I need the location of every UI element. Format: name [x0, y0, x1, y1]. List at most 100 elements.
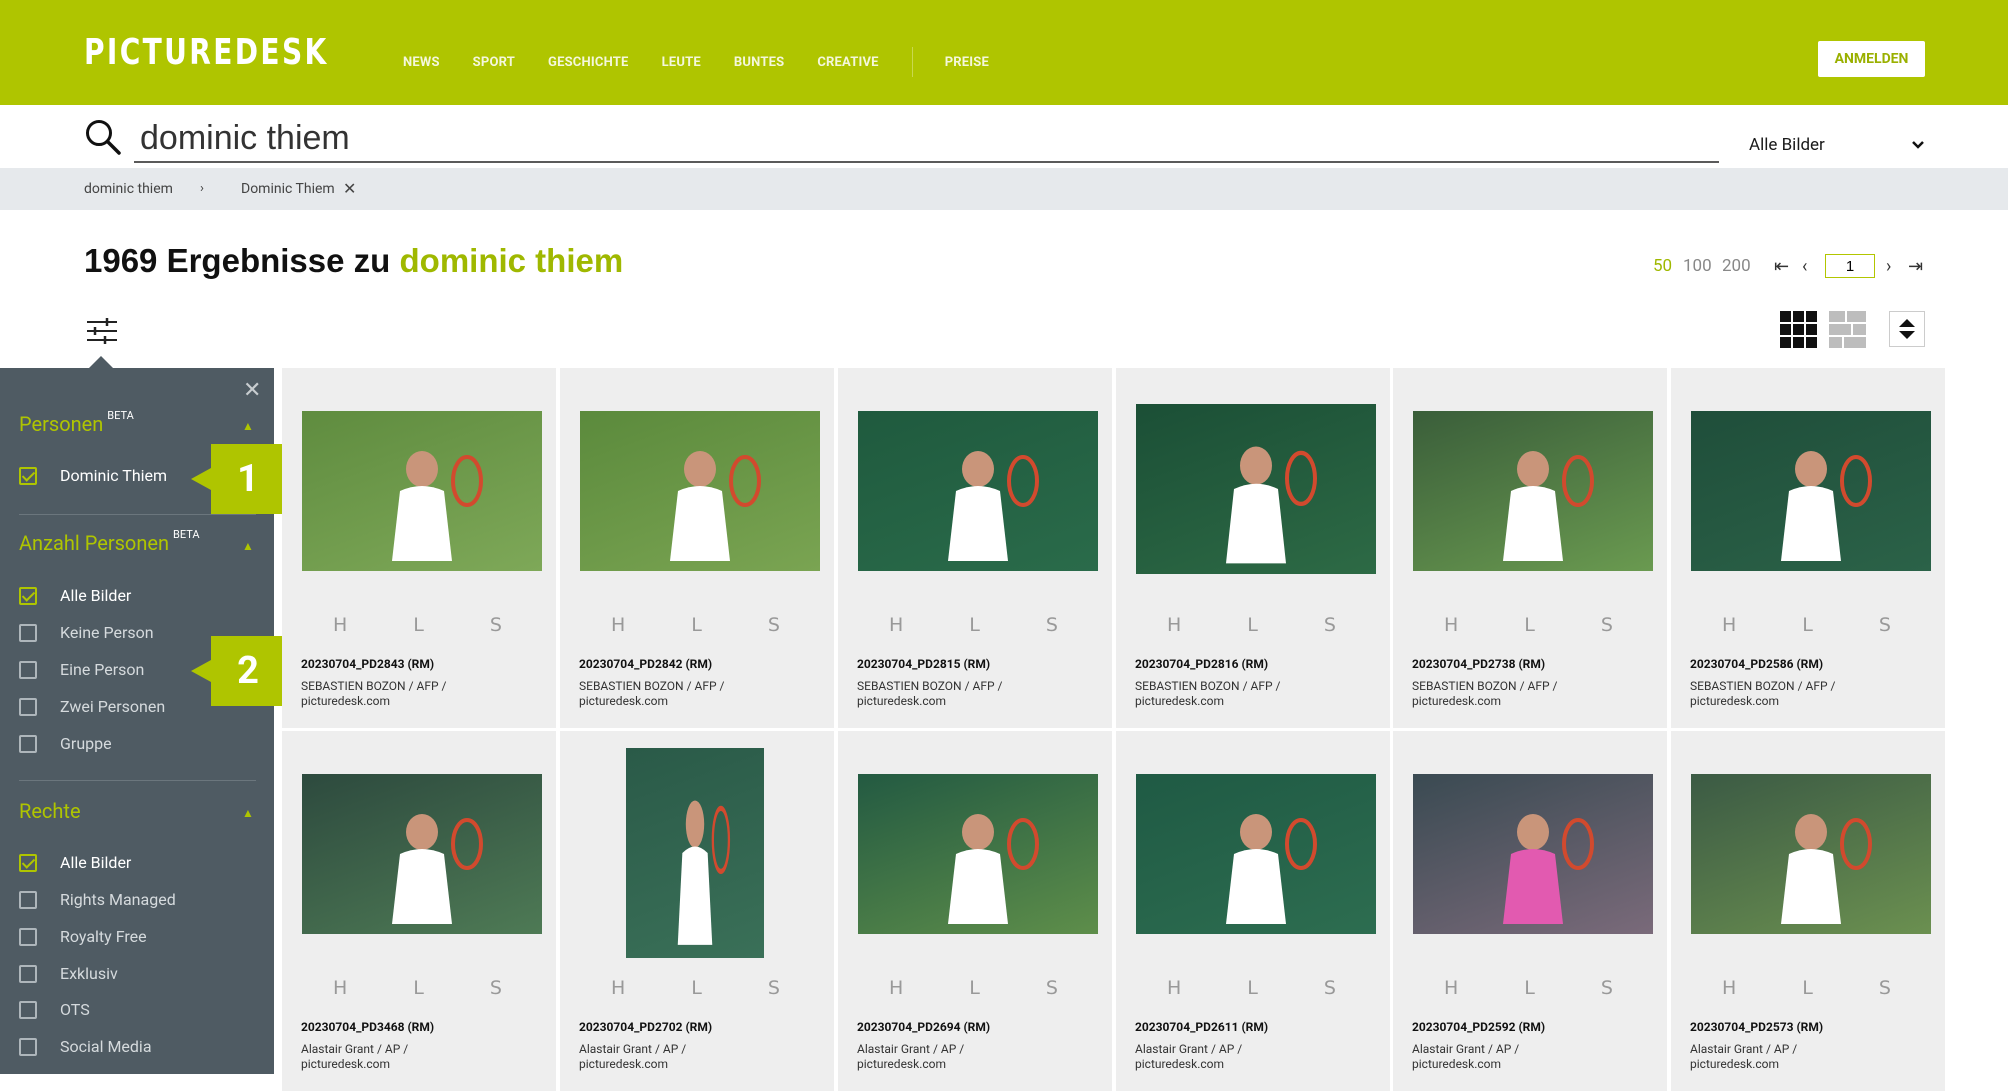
size-options[interactable]: H L S: [333, 977, 532, 999]
size-options[interactable]: H L S: [1722, 977, 1921, 999]
size-options[interactable]: H L S: [1167, 614, 1366, 636]
page-input[interactable]: [1825, 254, 1875, 278]
image-thumbnail[interactable]: [1136, 404, 1376, 574]
filter-option[interactable]: Zwei Personen: [19, 697, 165, 716]
image-card[interactable]: H L S 20230704_PD2815 (RM) SEBASTIEN BOZON…: [838, 368, 1112, 728]
checkbox[interactable]: [19, 734, 37, 753]
last-page-icon[interactable]: ⇥: [1908, 256, 1923, 277]
scope-select[interactable]: Alle Bilder: [1749, 132, 1925, 158]
size-options[interactable]: H L S: [1444, 977, 1643, 999]
close-icon[interactable]: ✕: [343, 179, 356, 198]
per-page-200[interactable]: 200: [1722, 256, 1751, 276]
checkbox[interactable]: [19, 1037, 37, 1056]
checkbox[interactable]: [19, 927, 37, 946]
image-thumbnail[interactable]: [1691, 774, 1931, 934]
nav-creative[interactable]: CREATIVE: [817, 55, 878, 70]
filter-section-rechte[interactable]: Rechte: [19, 799, 81, 823]
image-id[interactable]: 20230704_PD2694 (RM): [857, 1020, 990, 1034]
nav-geschichte[interactable]: GESCHICHTE: [548, 55, 629, 70]
checkbox[interactable]: [19, 1000, 37, 1019]
image-card[interactable]: H L S 20230704_PD2843 (RM) SEBASTIEN BOZON…: [282, 368, 556, 728]
image-thumbnail[interactable]: [1413, 411, 1653, 571]
filter-option[interactable]: Gruppe: [19, 734, 112, 753]
image-id[interactable]: 20230704_PD2592 (RM): [1412, 1020, 1545, 1034]
checkbox[interactable]: [19, 697, 37, 716]
size-options[interactable]: H L S: [611, 977, 810, 999]
filter-section-personen[interactable]: Personen BETA: [19, 409, 134, 436]
filter-sliders-icon[interactable]: [86, 318, 118, 344]
size-options[interactable]: H L S: [1444, 614, 1643, 636]
mosaic-view-icon[interactable]: [1829, 311, 1866, 348]
image-card[interactable]: H L S 20230704_PD2816 (RM) SEBASTIEN BOZON…: [1116, 368, 1390, 728]
filter-option[interactable]: Royalty Free: [19, 927, 147, 946]
breadcrumb-item-person[interactable]: Dominic Thiem: [241, 181, 335, 197]
image-id[interactable]: 20230704_PD2816 (RM): [1135, 657, 1268, 671]
image-thumbnail[interactable]: [1136, 774, 1376, 934]
size-options[interactable]: H L S: [333, 614, 532, 636]
image-thumbnail[interactable]: [626, 748, 764, 958]
caret-up-icon[interactable]: ▲: [242, 539, 254, 553]
nav-news[interactable]: NEWS: [403, 55, 440, 70]
first-page-icon[interactable]: ⇤: [1774, 256, 1789, 277]
checkbox[interactable]: [19, 853, 37, 872]
image-thumbnail[interactable]: [580, 411, 820, 571]
image-thumbnail[interactable]: [1691, 411, 1931, 571]
size-options[interactable]: H L S: [889, 614, 1088, 636]
image-card[interactable]: H L S 20230704_PD2592 (RM) Alastair Grant …: [1393, 731, 1667, 1091]
filter-option[interactable]: Social Media: [19, 1037, 152, 1056]
image-card[interactable]: H L S 20230704_PD3468 (RM) Alastair Grant …: [282, 731, 556, 1091]
search-icon[interactable]: [84, 118, 122, 156]
filter-section-anzahl[interactable]: Anzahl Personen BETA: [19, 528, 200, 555]
image-id[interactable]: 20230704_PD2611 (RM): [1135, 1020, 1268, 1034]
checkbox[interactable]: [19, 466, 37, 485]
image-id[interactable]: 20230704_PD2573 (RM): [1690, 1020, 1823, 1034]
image-id[interactable]: 20230704_PD2586 (RM): [1690, 657, 1823, 671]
breadcrumb-item-query[interactable]: dominic thiem: [84, 181, 173, 197]
checkbox[interactable]: [19, 890, 37, 909]
caret-up-icon[interactable]: ▲: [242, 806, 254, 820]
image-thumbnail[interactable]: [1413, 774, 1653, 934]
nav-preise[interactable]: PREISE: [945, 55, 989, 70]
search-input[interactable]: [134, 115, 1719, 163]
image-card[interactable]: H L S 20230704_PD2842 (RM) SEBASTIEN BOZON…: [560, 368, 834, 728]
image-id[interactable]: 20230704_PD3468 (RM): [301, 1020, 434, 1034]
nav-buntes[interactable]: BUNTES: [734, 55, 784, 70]
image-id[interactable]: 20230704_PD2702 (RM): [579, 1020, 712, 1034]
caret-up-icon[interactable]: ▲: [242, 419, 254, 433]
filter-option[interactable]: Eine Person: [19, 660, 144, 679]
next-page-icon[interactable]: ›: [1886, 256, 1891, 277]
checkbox[interactable]: [19, 623, 37, 642]
login-button[interactable]: ANMELDEN: [1818, 41, 1925, 77]
image-card[interactable]: H L S 20230704_PD2738 (RM) SEBASTIEN BOZON…: [1393, 368, 1667, 728]
image-thumbnail[interactable]: [302, 411, 542, 571]
image-card[interactable]: H L S 20230704_PD2694 (RM) Alastair Grant …: [838, 731, 1112, 1091]
image-card[interactable]: H L S 20230704_PD2702 (RM) Alastair Grant …: [560, 731, 834, 1091]
filter-option[interactable]: Alle Bilder: [19, 853, 131, 872]
size-options[interactable]: H L S: [1167, 977, 1366, 999]
size-options[interactable]: H L S: [611, 614, 810, 636]
grid-view-icon[interactable]: [1780, 311, 1817, 348]
image-card[interactable]: H L S 20230704_PD2573 (RM) Alastair Grant …: [1671, 731, 1945, 1091]
image-card[interactable]: H L S 20230704_PD2611 (RM) Alastair Grant …: [1116, 731, 1390, 1091]
per-page-50[interactable]: 50: [1653, 256, 1672, 276]
filter-option[interactable]: Keine Person: [19, 623, 154, 642]
filter-option[interactable]: Exklusiv: [19, 964, 118, 983]
filter-option[interactable]: Dominic Thiem: [19, 466, 167, 485]
checkbox[interactable]: [19, 586, 37, 605]
checkbox[interactable]: [19, 964, 37, 983]
image-card[interactable]: H L S 20230704_PD2586 (RM) SEBASTIEN BOZON…: [1671, 368, 1945, 728]
per-page-100[interactable]: 100: [1683, 256, 1712, 276]
sort-button[interactable]: [1889, 311, 1925, 347]
filter-option[interactable]: Alle Bilder: [19, 586, 131, 605]
image-id[interactable]: 20230704_PD2738 (RM): [1412, 657, 1545, 671]
nav-sport[interactable]: SPORT: [473, 55, 515, 70]
image-thumbnail[interactable]: [858, 411, 1098, 571]
nav-leute[interactable]: LEUTE: [662, 55, 701, 70]
image-id[interactable]: 20230704_PD2815 (RM): [857, 657, 990, 671]
filter-option[interactable]: OTS: [19, 1000, 90, 1019]
logo[interactable]: PICTUREDESK: [84, 32, 329, 73]
size-options[interactable]: H L S: [889, 977, 1088, 999]
prev-page-icon[interactable]: ‹: [1802, 256, 1807, 277]
filter-option[interactable]: Rights Managed: [19, 890, 176, 909]
image-id[interactable]: 20230704_PD2842 (RM): [579, 657, 712, 671]
